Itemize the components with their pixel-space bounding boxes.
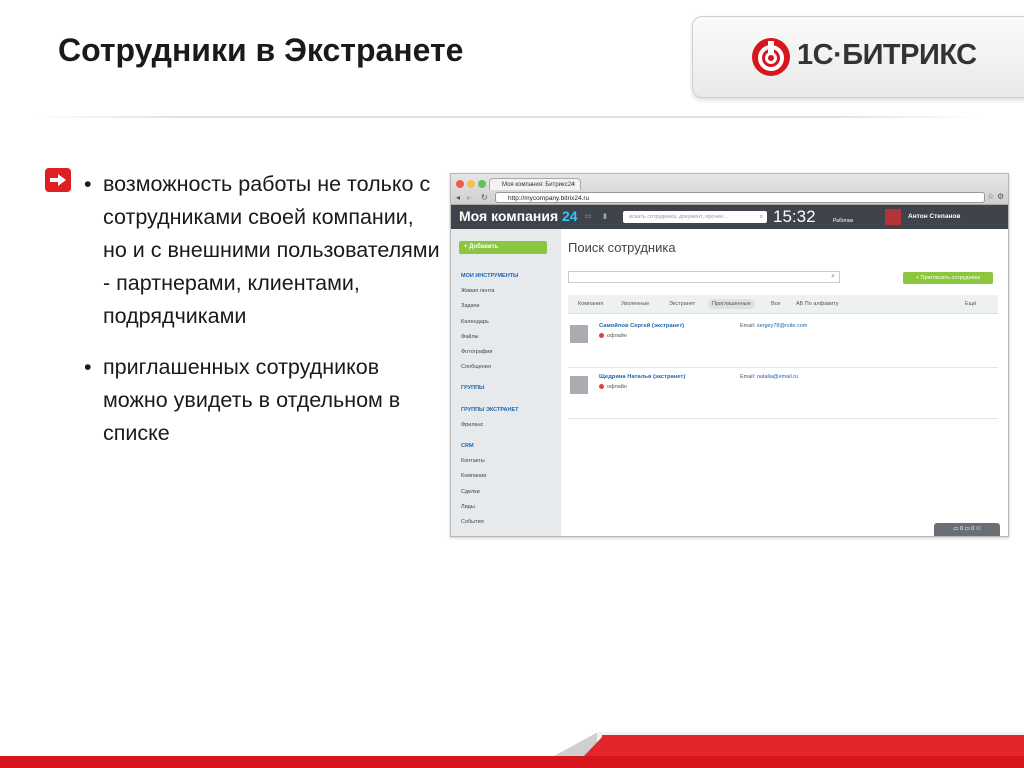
email-link[interactable]: natalia@email.ru	[757, 374, 798, 380]
footer-decoration	[584, 735, 604, 756]
logo-panel: 1С·БИТРИКС	[692, 16, 1024, 98]
sidebar-item-messages[interactable]: Сообщения	[451, 360, 561, 375]
sidebar-menu: МОИ ИНСТРУМЕНТЫ Живая лента Задачи Кален…	[451, 269, 561, 530]
employee-row: Щедрина Наталья (экстранет) офлайн Email…	[568, 372, 998, 419]
portal-header: Моя компания 24 ▭ ▮ искать сотрудника, д…	[451, 205, 1008, 229]
portal-content: Поиск сотрудника ⌕ + Пригласить сотрудни…	[561, 229, 1008, 536]
footer-strip	[0, 756, 1024, 768]
filter-invited[interactable]: Приглашенные	[708, 299, 755, 309]
filter-company[interactable]: Компания	[578, 299, 603, 309]
filter-fired[interactable]: Уволенные	[621, 299, 649, 309]
work-status[interactable]: Работаю	[833, 218, 853, 224]
sidebar-item-feed[interactable]: Живая лента	[451, 284, 561, 299]
sidebar-item-deals[interactable]: Сделки	[451, 485, 561, 500]
slide-title: Сотрудники в Экстранете	[58, 32, 464, 68]
content-title: Поиск сотрудника	[568, 240, 676, 255]
bullet-item: возможность работы не только с сотрудник…	[82, 168, 442, 333]
bitrix-logo-icon	[752, 38, 790, 76]
window-close-icon[interactable]	[456, 180, 464, 188]
filter-extranet[interactable]: Экстранет	[669, 299, 695, 309]
employee-search-input[interactable]: ⌕	[568, 271, 840, 283]
sidebar-section-my-tools[interactable]: МОИ ИНСТРУМЕНТЫ	[451, 269, 561, 284]
filter-alphabet[interactable]: АБ По алфавиту	[796, 299, 839, 309]
browser-tab[interactable]: Моя компания: Битрикс24 ✕	[489, 178, 581, 190]
employee-status: офлайн	[599, 384, 627, 390]
filter-bar: Компания Уволенные Экстранет Приглашенны…	[568, 295, 998, 314]
sidebar-item-freelance[interactable]: Фриланс	[451, 418, 561, 433]
sidebar-item-tasks[interactable]: Задачи	[451, 299, 561, 314]
search-icon[interactable]: ⌕	[831, 273, 835, 281]
sidebar-item-calendar[interactable]: Календарь	[451, 315, 561, 330]
url-text: http://mycompany.bitrix24.ru	[508, 195, 590, 202]
user-name[interactable]: Антон Степанов	[908, 213, 960, 220]
sidebar-section-extranet-groups[interactable]: ГРУППЫ ЭКСТРАНЕТ	[451, 403, 561, 418]
portal-search-input[interactable]: искать сотрудника, документ, прочее... ⌕	[623, 211, 767, 223]
window-maximize-icon[interactable]	[478, 180, 486, 188]
tab-title: Моя компания: Битрикс24	[502, 182, 575, 188]
employee-name[interactable]: Самойлов Сергей (экстранет)	[599, 323, 684, 329]
reload-icon[interactable]: ↻	[481, 193, 488, 203]
sidebar-section-crm[interactable]: CRM	[451, 439, 561, 454]
clock[interactable]: 15:32	[773, 207, 816, 227]
sidebar-section-groups[interactable]: ГРУППЫ	[451, 381, 561, 396]
sidebar-item-events[interactable]: События	[451, 515, 561, 530]
user-placeholder-icon	[570, 376, 588, 394]
filter-more[interactable]: Ещё	[965, 299, 976, 309]
header-divider	[30, 116, 980, 118]
address-bar[interactable]: http://mycompany.bitrix24.ru	[495, 192, 985, 203]
portal-name-accent: 24	[562, 208, 578, 224]
forward-icon[interactable]: ▸	[467, 193, 471, 203]
employee-email: Email: natalia@email.ru	[740, 374, 799, 380]
sidebar-item-contacts[interactable]: Контакты	[451, 454, 561, 469]
user-placeholder-icon	[570, 325, 588, 343]
bullet-item: приглашенных сотрудников можно увидеть в…	[82, 351, 442, 450]
filter-all[interactable]: Все	[771, 299, 780, 309]
user-avatar[interactable]	[885, 209, 901, 225]
window-minimize-icon[interactable]	[467, 180, 475, 188]
bitrix-screenshot: Моя компания: Битрикс24 ✕ ◂ ▸ ↻ http://m…	[450, 173, 1009, 537]
notifications-icon[interactable]: ▮	[603, 212, 607, 220]
tab-close-icon[interactable]: ✕	[571, 179, 576, 190]
back-icon[interactable]: ◂	[456, 193, 460, 203]
email-link[interactable]: sergey78@rsite.com	[757, 323, 808, 329]
footer-decoration	[602, 735, 1024, 756]
bookmark-star-icon[interactable]: ☆	[987, 192, 994, 202]
wrench-icon[interactable]: ⚙	[997, 192, 1004, 202]
employee-status: офлайн	[599, 333, 627, 339]
sidebar-item-companies[interactable]: Компании	[451, 469, 561, 484]
bullet-list: возможность работы не только с сотрудник…	[82, 168, 442, 468]
arrow-right-icon	[45, 168, 71, 192]
bottom-status-bar[interactable]: ▭ 0 ▭ 0 ⚇	[934, 523, 1000, 536]
portal-sidebar: + Добавить МОИ ИНСТРУМЕНТЫ Живая лента З…	[451, 229, 561, 536]
employee-email: Email: sergey78@rsite.com	[740, 323, 808, 329]
sidebar-item-leads[interactable]: Лиды	[451, 500, 561, 515]
logo-text: 1С·БИТРИКС	[797, 39, 977, 71]
sidebar-item-files[interactable]: Файлы	[451, 330, 561, 345]
add-button[interactable]: + Добавить	[459, 241, 547, 254]
invite-employee-button[interactable]: + Пригласить сотрудника	[903, 272, 993, 284]
browser-chrome: Моя компания: Битрикс24 ✕ ◂ ▸ ↻ http://m…	[451, 174, 1008, 205]
employee-row: Самойлов Сергей (экстранет) офлайн Email…	[568, 321, 998, 368]
chat-icon[interactable]: ▭	[585, 212, 592, 220]
employee-name[interactable]: Щедрина Наталья (экстранет)	[599, 374, 685, 380]
search-icon[interactable]: ⌕	[760, 211, 763, 223]
sidebar-item-photos[interactable]: Фотографии	[451, 345, 561, 360]
portal-name[interactable]: Моя компания 24	[459, 208, 578, 224]
